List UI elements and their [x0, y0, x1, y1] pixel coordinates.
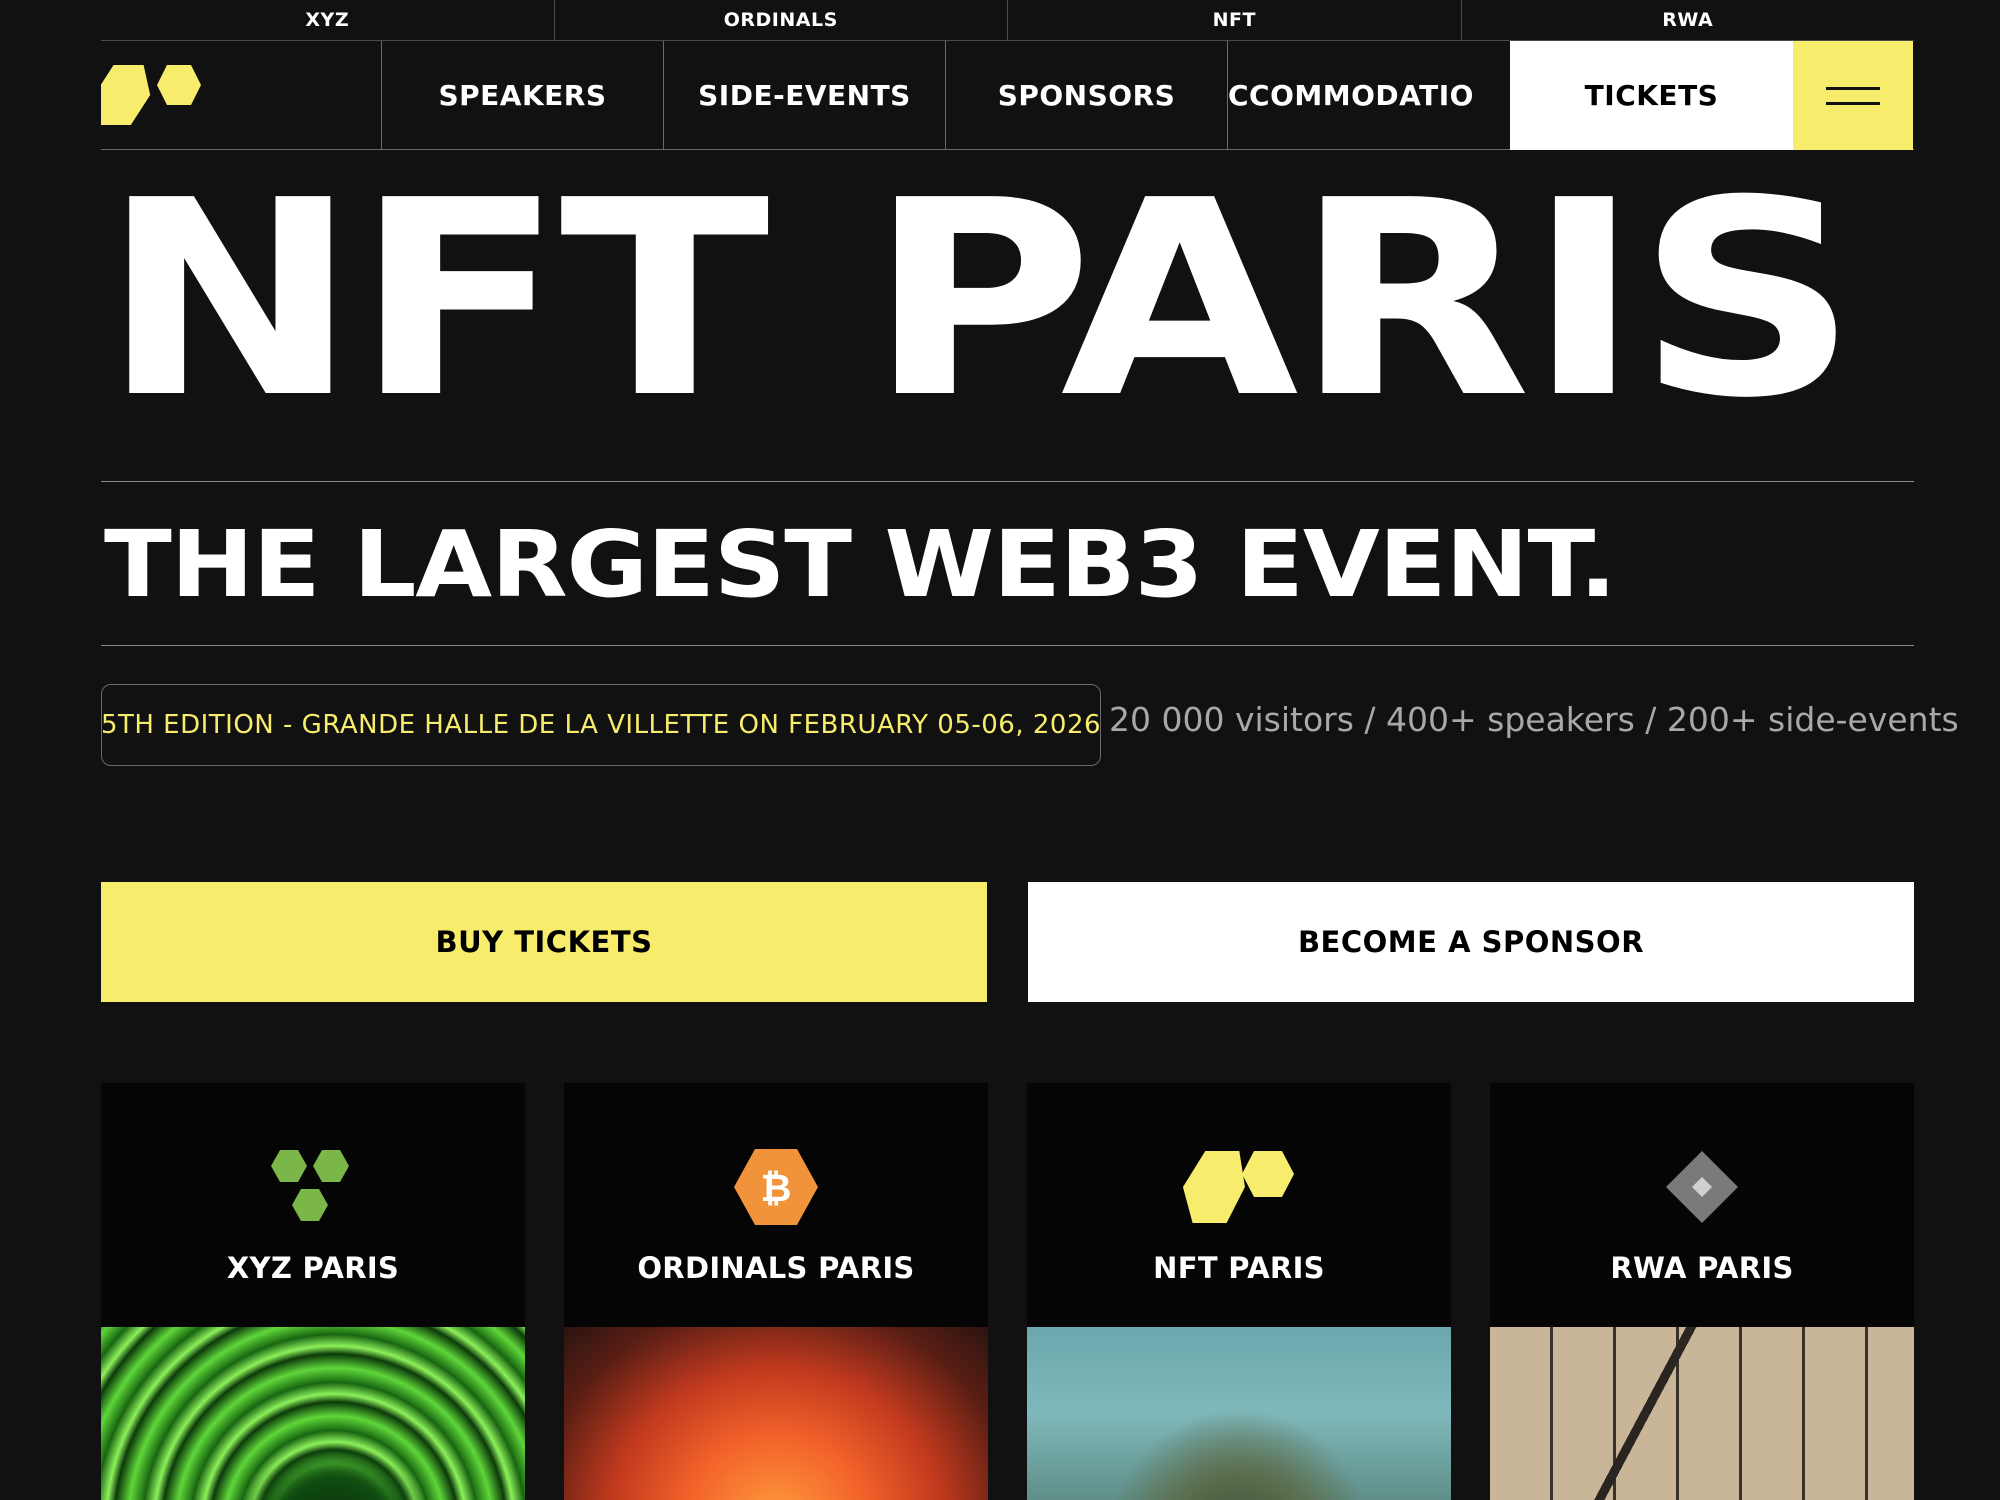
page: XYZ ORDINALS NFT RWA SPEAKERS SIDE-EVENT…	[0, 0, 2000, 1500]
card-title: NFT PARIS	[1153, 1251, 1325, 1285]
nft-paris-logo-icon	[101, 65, 201, 125]
brand-card-xyz[interactable]: XYZ PARIS	[101, 1083, 525, 1500]
buy-tickets-button[interactable]: BUY TICKETS	[101, 882, 987, 1002]
card-image	[564, 1327, 988, 1500]
card-image	[1490, 1327, 1914, 1500]
brand-card-rwa[interactable]: RWA PARIS	[1490, 1083, 1914, 1500]
hero-subtitle: THE LARGEST WEB3 EVENT.	[104, 511, 1617, 618]
topbar-link-xyz[interactable]: XYZ	[101, 0, 555, 40]
svg-text:₿: ₿	[761, 1166, 792, 1210]
card-image	[101, 1327, 525, 1500]
rwa-diamond-icon	[1666, 1151, 1738, 1223]
event-stats: 20 000 visitors / 400+ speakers / 200+ s…	[1109, 700, 1959, 739]
card-title: RWA PARIS	[1610, 1251, 1794, 1285]
logo-link[interactable]	[101, 41, 382, 149]
nft-paris-logo-icon	[1182, 1151, 1294, 1223]
become-sponsor-button[interactable]: BECOME A SPONSOR	[1028, 882, 1914, 1002]
nav-link-accommodation[interactable]: CCOMMODATIO	[1228, 41, 1510, 149]
topbar-link-nft[interactable]: NFT	[1008, 0, 1462, 40]
menu-button[interactable]	[1793, 41, 1913, 150]
bitcoin-hexagon-icon: ₿	[734, 1149, 818, 1225]
brand-card-nft[interactable]: NFT PARIS	[1027, 1083, 1451, 1500]
main-nav: SPEAKERS SIDE-EVENTS SPONSORS CCOMMODATI…	[101, 41, 1914, 150]
card-image	[1027, 1327, 1451, 1500]
hamburger-icon	[1826, 101, 1880, 105]
card-title: ORDINALS PARIS	[637, 1251, 915, 1285]
hamburger-icon	[1826, 86, 1880, 90]
brand-switcher-bar: XYZ ORDINALS NFT RWA	[101, 0, 1914, 41]
topbar-link-ordinals[interactable]: ORDINALS	[555, 0, 1008, 40]
hero-title: NFT PARIS	[101, 142, 1858, 457]
topbar-link-rwa[interactable]: RWA	[1462, 0, 1915, 40]
card-title: XYZ PARIS	[226, 1251, 400, 1285]
tickets-button[interactable]: TICKETS	[1510, 41, 1793, 150]
divider	[101, 481, 1914, 482]
nav-link-sponsors[interactable]: SPONSORS	[946, 41, 1228, 149]
divider	[101, 645, 1914, 646]
xyz-hexagons-icon	[271, 1150, 349, 1221]
nav-link-side-events[interactable]: SIDE-EVENTS	[664, 41, 946, 149]
edition-badge: 5TH EDITION - GRANDE HALLE DE LA VILLETT…	[101, 684, 1101, 766]
nav-link-speakers[interactable]: SPEAKERS	[382, 41, 664, 149]
brand-card-ordinals[interactable]: ₿ ORDINALS PARIS	[564, 1083, 988, 1500]
